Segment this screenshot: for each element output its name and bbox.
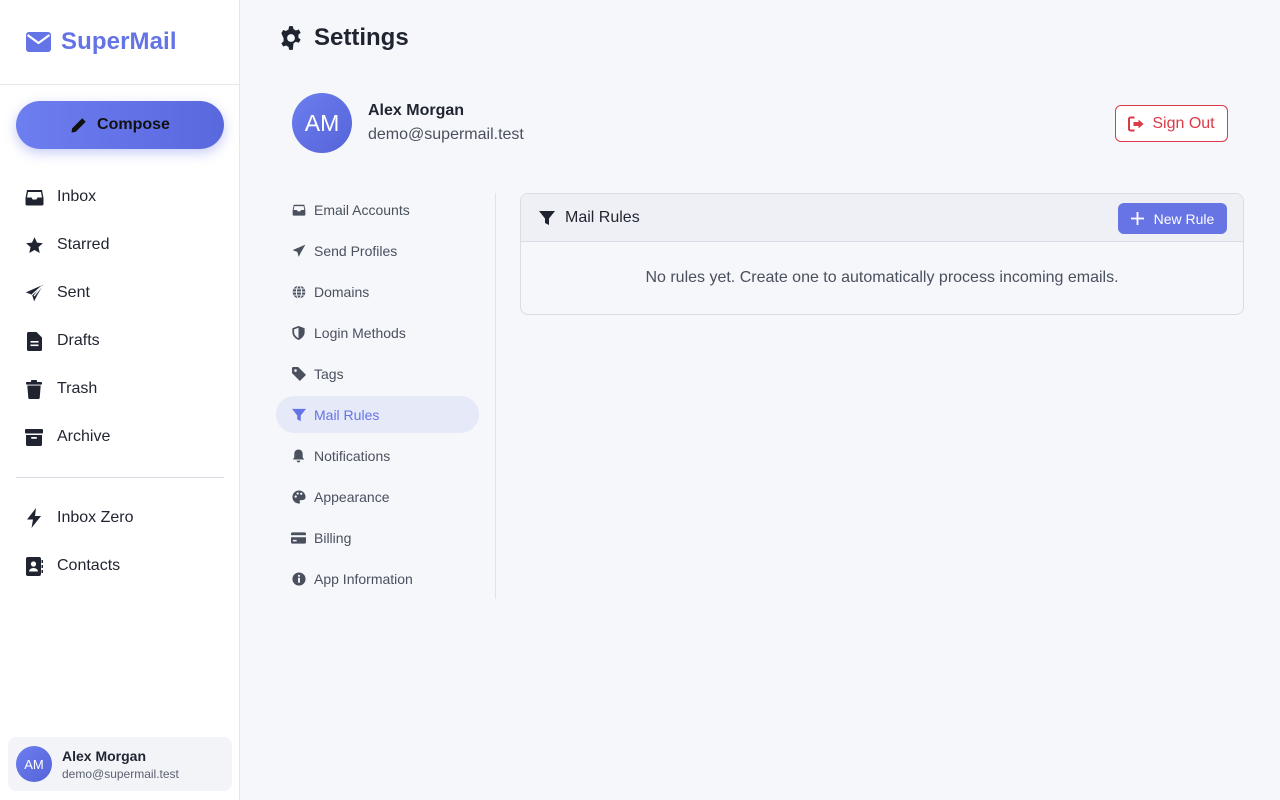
nav-item-trash[interactable]: Trash (0, 365, 239, 413)
profile-header: AM Alex Morgan demo@supermail.test (292, 93, 524, 153)
nav-label: Starred (57, 236, 110, 253)
paper-plane-icon (291, 243, 306, 258)
settings-item-app-information[interactable]: App Information (276, 560, 479, 597)
gear-icon (278, 25, 304, 51)
nav-item-sent[interactable]: Sent (0, 269, 239, 317)
nav-label: Drafts (57, 332, 100, 349)
compose-button[interactable]: Compose (16, 101, 224, 149)
paper-plane-icon (24, 283, 44, 303)
settings-item-email-accounts[interactable]: Email Accounts (276, 191, 479, 228)
empty-state-message: No rules yet. Create one to automaticall… (645, 269, 1119, 286)
bell-icon (291, 448, 306, 463)
credit-card-icon (291, 530, 306, 545)
filter-icon (539, 210, 555, 226)
mail-rules-title: Mail Rules (565, 208, 640, 226)
settings-item-label: Login Methods (314, 324, 406, 341)
nav-item-contacts[interactable]: Contacts (0, 542, 239, 590)
settings-item-billing[interactable]: Billing (276, 519, 479, 556)
profile-name: Alex Morgan (368, 102, 465, 119)
main-nav: Inbox Starred Sent Drafts Trash Archive (0, 173, 239, 461)
plus-icon (1130, 212, 1144, 225)
envelope-icon (26, 32, 51, 52)
profile-email: demo@supermail.test (368, 126, 524, 143)
palette-icon (291, 489, 306, 504)
settings-item-label: Send Profiles (314, 242, 398, 259)
sign-out-button[interactable]: Sign Out (1115, 105, 1228, 142)
settings-item-label: Notifications (314, 447, 391, 464)
settings-item-label: Domains (314, 283, 370, 300)
nav-item-starred[interactable]: Starred (0, 221, 239, 269)
settings-item-send-profiles[interactable]: Send Profiles (276, 232, 479, 269)
mail-rules-panel: Mail Rules New Rule No rules yet. Create… (520, 193, 1244, 315)
user-card[interactable]: AM Alex Morgan demo@supermail.test (8, 737, 232, 791)
sign-out-label: Sign Out (1152, 114, 1215, 132)
mail-rules-header: Mail Rules New Rule (521, 194, 1243, 242)
avatar: AM (292, 93, 352, 153)
trash-icon (24, 379, 44, 399)
settings-item-label: Tags (314, 365, 344, 382)
nav-item-archive[interactable]: Archive (0, 413, 239, 461)
new-rule-button[interactable]: New Rule (1118, 203, 1227, 234)
settings-item-label: App Information (314, 570, 413, 587)
star-icon (24, 235, 44, 255)
address-book-icon (24, 556, 44, 576)
brand[interactable]: SuperMail (0, 0, 239, 85)
shield-icon (291, 325, 306, 340)
avatar: AM (16, 746, 52, 782)
tag-icon (291, 366, 306, 381)
app-name: SuperMail (61, 28, 177, 55)
settings-item-label: Email Accounts (314, 201, 410, 218)
page-header: Settings (278, 24, 409, 52)
compose-label: Compose (97, 116, 170, 133)
nav-label: Trash (57, 380, 98, 397)
user-info: Alex Morgan demo@supermail.test (62, 748, 179, 781)
nav-item-inbox[interactable]: Inbox (0, 173, 239, 221)
settings-item-label: Billing (314, 529, 352, 546)
sign-out-icon (1128, 116, 1145, 132)
settings-item-domains[interactable]: Domains (276, 273, 479, 310)
settings-item-label: Mail Rules (314, 406, 380, 423)
sidebar: SuperMail Compose Inbox Starred Sent Dra… (0, 0, 240, 800)
settings-nav: Email Accounts Send Profiles Domains Log… (276, 191, 479, 601)
page-title: Settings (314, 24, 409, 51)
nav-label: Archive (57, 428, 111, 445)
nav-divider (16, 477, 224, 478)
nav-label: Sent (57, 284, 90, 301)
file-icon (24, 331, 44, 351)
settings-item-notifications[interactable]: Notifications (276, 437, 479, 474)
settings-item-appearance[interactable]: Appearance (276, 478, 479, 515)
new-rule-label: New Rule (1153, 210, 1215, 227)
inbox-icon (291, 202, 306, 217)
settings-item-label: Appearance (314, 488, 390, 505)
settings-item-tags[interactable]: Tags (276, 355, 479, 392)
bolt-icon (24, 508, 44, 528)
settings-item-mail-rules[interactable]: Mail Rules (276, 396, 479, 433)
nav-label: Inbox Zero (57, 509, 134, 526)
globe-icon (291, 284, 306, 299)
nav-label: Contacts (57, 557, 121, 574)
secondary-nav: Inbox Zero Contacts (0, 494, 239, 590)
filter-icon (291, 407, 306, 422)
profile-info: Alex Morgan demo@supermail.test (368, 102, 524, 144)
user-name: Alex Morgan (62, 747, 147, 764)
pencil-icon (70, 117, 87, 134)
nav-item-drafts[interactable]: Drafts (0, 317, 239, 365)
nav-item-inbox-zero[interactable]: Inbox Zero (0, 494, 239, 542)
nav-label: Inbox (57, 188, 97, 205)
user-email: demo@supermail.test (62, 766, 179, 781)
settings-divider (495, 193, 496, 599)
info-icon (291, 571, 306, 586)
settings-item-login-methods[interactable]: Login Methods (276, 314, 479, 351)
inbox-icon (24, 187, 44, 207)
archive-icon (24, 427, 44, 447)
